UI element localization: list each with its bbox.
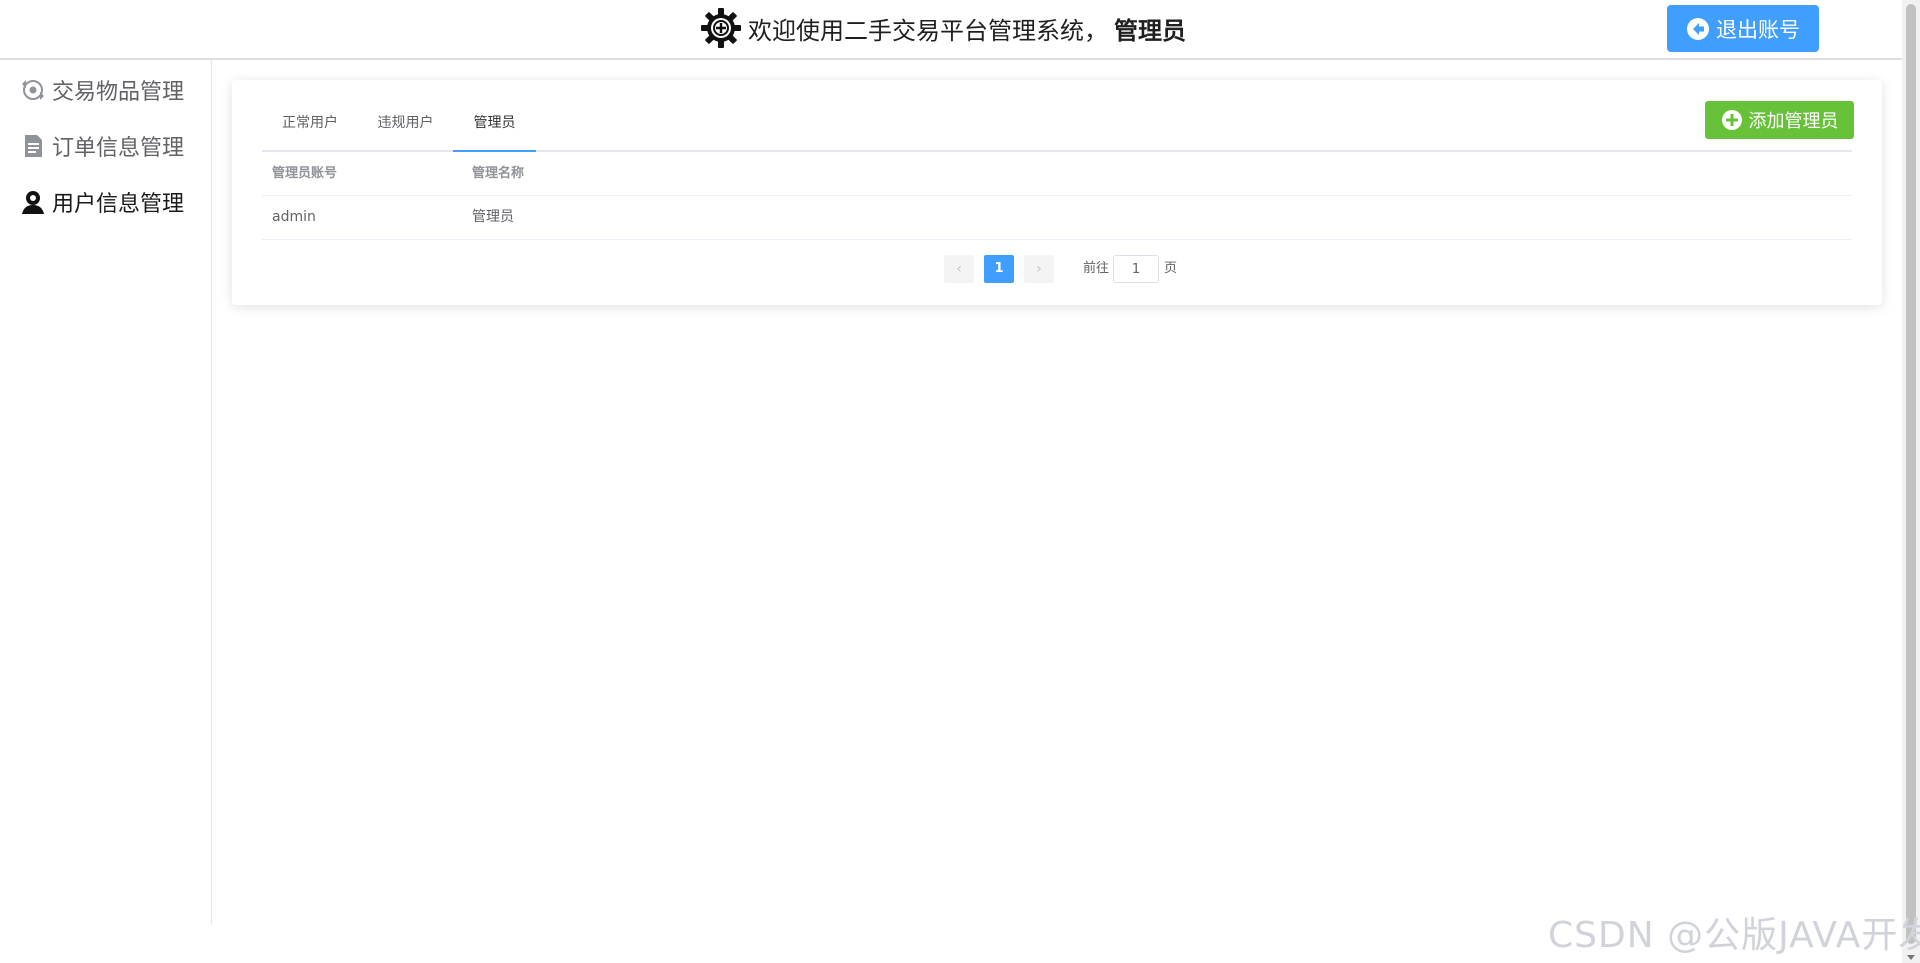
user-icon: [22, 191, 44, 214]
cell-account: admin: [272, 209, 316, 225]
next-page-button[interactable]: ›: [1024, 255, 1054, 283]
gear-icon: [701, 8, 741, 48]
exchange-icon: [22, 80, 44, 100]
pagination: ‹ 1 › 前往 页: [232, 255, 1882, 285]
column-header-name: 管理名称: [472, 166, 525, 181]
logout-label: 退出账号: [1716, 17, 1800, 42]
sidebar-item-users[interactable]: 用户信息管理: [0, 174, 211, 230]
goto-prefix: 前往: [1083, 261, 1110, 276]
arrow-left-icon: [1687, 17, 1709, 40]
user-type-tabs: 正常用户 违规用户 管理员: [262, 98, 1852, 152]
tab-normal-users[interactable]: 正常用户: [262, 98, 358, 150]
add-admin-label: 添加管理员: [1748, 111, 1839, 132]
document-icon: [25, 135, 42, 157]
sidebar-item-trade-goods[interactable]: 交易物品管理: [0, 62, 211, 118]
cell-name: 管理员: [472, 209, 514, 225]
page-number-current[interactable]: 1: [984, 255, 1014, 283]
add-admin-button[interactable]: 添加管理员: [1705, 101, 1854, 139]
column-header-account: 管理员账号: [272, 166, 338, 181]
goto-page-input[interactable]: [1113, 255, 1159, 283]
goto-suffix: 页: [1164, 261, 1178, 276]
add-circle-icon: [1721, 110, 1742, 130]
page-scrollbar[interactable]: [1902, 0, 1920, 963]
user-management-card: 正常用户 违规用户 管理员 添加管理员 管理员账号 管理名称 admin 管理员…: [232, 80, 1882, 305]
sidebar-item-label: 订单信息管理: [52, 136, 185, 161]
welcome-text: 欢迎使用二手交易平台管理系统，: [748, 16, 1108, 45]
prev-page-button[interactable]: ‹: [944, 255, 974, 283]
sidebar-item-orders[interactable]: 订单信息管理: [0, 118, 211, 174]
current-role: 管理员: [1114, 16, 1186, 45]
tab-admins[interactable]: 管理员: [453, 98, 536, 152]
sidebar-item-label: 交易物品管理: [52, 80, 185, 105]
scrollbar-thumb[interactable]: [1906, 4, 1916, 944]
header-title: 欢迎使用二手交易平台管理系统， 管理员: [700, 6, 1186, 50]
table-row[interactable]: admin 管理员: [262, 196, 1852, 240]
table-header-row: 管理员账号 管理名称: [262, 152, 1852, 196]
sidebar-item-label: 用户信息管理: [52, 192, 185, 217]
tab-violation-users[interactable]: 违规用户: [358, 98, 453, 150]
sidebar: 交易物品管理 订单信息管理 用户信息管理: [0, 60, 212, 924]
watermark: CSDN @公版JAVA开发: [1548, 915, 1920, 956]
logout-button[interactable]: 退出账号: [1667, 5, 1819, 52]
admin-table: 管理员账号 管理名称 admin 管理员: [262, 152, 1852, 240]
top-header: 欢迎使用二手交易平台管理系统， 管理员 退出账号: [0, 0, 1902, 60]
